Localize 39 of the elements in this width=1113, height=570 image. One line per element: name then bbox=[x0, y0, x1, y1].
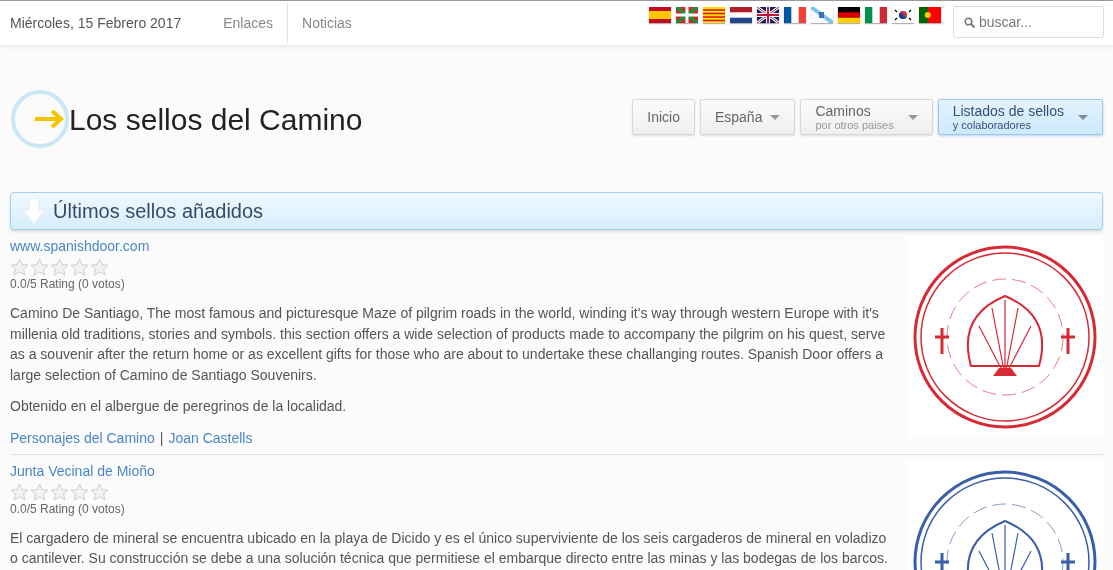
star-icon[interactable] bbox=[10, 482, 29, 501]
star-icon[interactable] bbox=[50, 258, 69, 276]
search-icon bbox=[964, 16, 975, 28]
menu-button[interactable]: Caminos por otros paises bbox=[800, 99, 933, 135]
description-text: El cargadero de mineral se encuentra ubicado en la playa de Dicido y es el único superviviente de los seis cargaderos de mineral en voladizo o cantilever. Su construcción se debe a una solución técnica que permitiese el embarque directo entre las minas y las bodegas de los barcos. bbox=[10, 528, 889, 568]
flag-icon[interactable] bbox=[892, 7, 914, 23]
flag-icon[interactable] bbox=[919, 7, 941, 23]
menu-button[interactable]: España bbox=[699, 99, 796, 135]
separator-text: | bbox=[158, 428, 165, 448]
star-icon[interactable] bbox=[90, 482, 109, 501]
entry-title-link[interactable]: www.spanishdoor.com bbox=[10, 236, 150, 256]
star-icon[interactable] bbox=[30, 482, 49, 501]
menu-button[interactable]: Listados de sellos y colaboradores bbox=[937, 99, 1103, 135]
flag-icon[interactable] bbox=[757, 7, 779, 23]
star-icon[interactable] bbox=[70, 482, 89, 501]
flag-icon[interactable] bbox=[838, 7, 860, 23]
entry-title-link[interactable]: Junta Vecinal de Mioño bbox=[10, 460, 155, 481]
search-field[interactable]: buscar... bbox=[953, 5, 1104, 38]
nav-link[interactable]: Noticias bbox=[288, 3, 366, 43]
rating-text: 0.0/5 Rating (0 votos) bbox=[10, 276, 125, 292]
description-text: Obtenido en el albergue de peregrinos de la localidad. bbox=[10, 397, 347, 416]
nav-link[interactable]: Enlaces bbox=[209, 3, 288, 43]
down-arrow-icon bbox=[23, 198, 45, 224]
flag-icon[interactable] bbox=[784, 7, 806, 23]
rating-text: 0.0/5 Rating (0 votos) bbox=[10, 500, 125, 517]
star-icon[interactable] bbox=[70, 258, 89, 276]
star-icon[interactable] bbox=[30, 258, 49, 276]
description-text: Camino De Santiago, The most famous and picturesque Maze of pilgrim roads in the world, winding it's way through western Europe with it's millenia old traditions, stories and symbols. this section offers a wide selection of products made to accompany the pilgrim on his quest, serve as a souvenir after the return home or as excellent gifts for those who are about to undertake these challanging routes. Spanish Door offers a large selection of Camino de Santiago Souvenirs. bbox=[10, 304, 887, 385]
menu-button[interactable]: Inicio bbox=[632, 99, 695, 135]
flag-icon[interactable] bbox=[676, 7, 698, 23]
section-title: Últimos sellos añadidos bbox=[53, 199, 264, 224]
date-text: Miércoles, 15 Febrero 2017 bbox=[9, 13, 183, 33]
tag-link[interactable]: Personajes del Camino bbox=[10, 427, 155, 448]
star-icon[interactable] bbox=[90, 258, 109, 276]
tag-link[interactable]: Joan Castells bbox=[168, 427, 253, 448]
site-title[interactable]: Los sellos del Camino bbox=[69, 96, 363, 142]
flag-icon[interactable] bbox=[730, 7, 752, 23]
star-icon[interactable] bbox=[50, 482, 69, 501]
star-icon[interactable] bbox=[10, 258, 29, 276]
